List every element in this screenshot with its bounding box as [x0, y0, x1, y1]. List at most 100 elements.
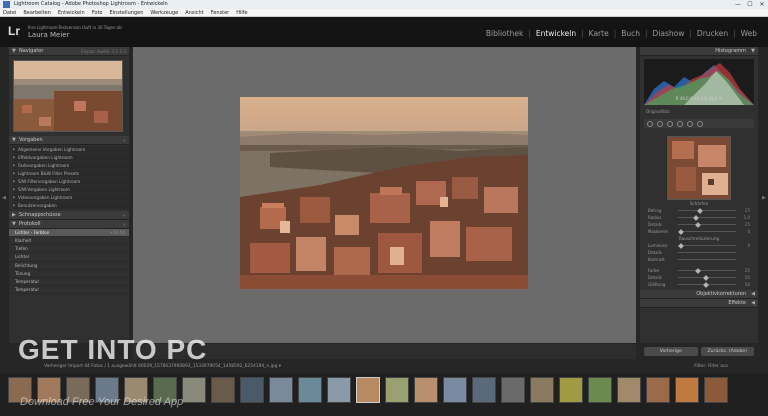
preset-folder[interactable]: Farbvorgaben Lightroom [12, 161, 129, 170]
module-entwickeln[interactable]: Entwickeln [531, 29, 581, 38]
add-preset-icon[interactable]: + [123, 136, 126, 145]
slider-track[interactable] [678, 259, 736, 260]
film-thumbnail[interactable] [472, 377, 496, 403]
slider-track[interactable] [678, 245, 736, 246]
minimize-button[interactable]: — [732, 0, 744, 9]
menu-fenster[interactable]: Fenster [211, 9, 230, 16]
film-thumbnail[interactable] [646, 377, 670, 403]
module-drucken[interactable]: Drucken [692, 29, 733, 38]
history-step[interactable]: Temperatur [9, 286, 129, 295]
history-step[interactable]: Tiefen [9, 245, 129, 254]
slider-row[interactable]: Glättung 50 [646, 281, 752, 288]
slider-track[interactable] [678, 210, 736, 211]
slider-knob[interactable] [697, 207, 703, 214]
presets-header[interactable]: ▼ Vorgaben + [9, 136, 129, 145]
film-thumbnail[interactable] [327, 377, 351, 403]
slider-value[interactable]: 1,0 [744, 214, 750, 221]
slider-row[interactable]: Luminanz 0 [646, 242, 752, 249]
menu-entwickeln[interactable]: Entwickeln [58, 9, 85, 16]
slider-track[interactable] [678, 252, 736, 253]
film-thumbnail-selected[interactable] [356, 377, 380, 403]
slider-knob[interactable] [695, 267, 701, 274]
left-panel-toggle-icon[interactable]: ◀ [2, 195, 6, 201]
slider-value[interactable]: 0 [747, 242, 750, 249]
menu-foto[interactable]: Foto [92, 9, 103, 16]
film-thumbnail[interactable] [298, 377, 322, 403]
slider-value[interactable]: 25 [745, 221, 750, 228]
menu-ansicht[interactable]: Ansicht [185, 9, 203, 16]
slider-knob[interactable] [693, 214, 699, 221]
film-thumbnail[interactable] [704, 377, 728, 403]
film-thumbnail[interactable] [559, 377, 583, 403]
navigator-zoom-options[interactable]: Einpas. Ausfül. 1:1 1:3 [81, 47, 126, 56]
module-web[interactable]: Web [736, 29, 762, 38]
module-buch[interactable]: Buch [616, 29, 645, 38]
slider-row[interactable]: Kontrast [646, 256, 752, 263]
slider-value[interactable]: 25 [745, 207, 750, 214]
film-thumbnail[interactable] [182, 377, 206, 403]
close-button[interactable]: ✕ [756, 0, 768, 9]
add-snapshot-icon[interactable]: + [123, 211, 126, 220]
slider-row[interactable]: Farbe 25 [646, 267, 752, 274]
history-step[interactable]: Belichtung [9, 262, 129, 270]
film-thumbnail[interactable] [443, 377, 467, 403]
detail-preview[interactable] [667, 136, 731, 200]
preset-folder[interactable]: Videovorgaben Lightroom [12, 193, 129, 202]
slider-row[interactable]: Details 25 [646, 221, 752, 228]
slider-value[interactable]: 25 [745, 267, 750, 274]
maximize-button[interactable]: ☐ [744, 0, 756, 9]
lens-corrections-header[interactable]: Objektivkorrekturen ◀ [640, 290, 758, 299]
slider-knob[interactable] [678, 228, 684, 235]
menu-werkzeuge[interactable]: Werkzeuge [150, 9, 178, 16]
module-diashow[interactable]: Diashow [648, 29, 690, 38]
film-thumbnail[interactable] [211, 377, 235, 403]
filter-select[interactable]: Filter aus [708, 364, 728, 369]
history-step[interactable]: Temperatur [9, 278, 129, 287]
filter-control[interactable]: Filter: Filter aus [694, 360, 728, 373]
film-thumbnail[interactable] [501, 377, 525, 403]
history-step[interactable]: Lichter - Farbton +50 50 [9, 228, 129, 238]
snapshots-header[interactable]: ▶ Schnappschüsse + [9, 210, 129, 220]
film-thumbnail[interactable] [675, 377, 699, 403]
history-header[interactable]: ▼ Protokoll × [9, 219, 129, 229]
slider-track[interactable] [678, 224, 736, 225]
slider-row[interactable]: Maskieren 0 [646, 228, 752, 235]
crop-tool-icon[interactable] [647, 120, 653, 127]
original-photo-checkbox[interactable]: Originalfoto [640, 108, 758, 115]
module-bibliothek[interactable]: Bibliothek [481, 29, 528, 38]
slider-knob[interactable] [703, 281, 709, 288]
history-step[interactable]: Klarheit [9, 237, 129, 246]
slider-value[interactable]: 50 [745, 281, 750, 288]
menu-hilfe[interactable]: Hilfe [236, 9, 247, 16]
module-karte[interactable]: Karte [584, 29, 614, 38]
history-step[interactable]: Lichter [9, 253, 129, 262]
film-thumbnail[interactable] [617, 377, 641, 403]
develop-canvas[interactable] [133, 47, 636, 343]
slider-track[interactable] [678, 270, 736, 271]
slider-row[interactable]: Radius 1,0 [646, 214, 752, 221]
adjustment-brush-icon[interactable] [697, 120, 703, 127]
preset-folder[interactable]: Benutzervorgaben [12, 201, 129, 210]
menu-datei[interactable]: Datei [3, 9, 16, 16]
menu-bearbeiten[interactable]: Bearbeiten [23, 9, 50, 16]
slider-knob[interactable] [695, 221, 701, 228]
film-thumbnail[interactable] [385, 377, 409, 403]
film-thumbnail[interactable] [588, 377, 612, 403]
preset-folder[interactable]: Effektvorgaben Lightroom [12, 153, 129, 162]
reset-button[interactable]: Zurücks. (Adobe) [700, 347, 754, 356]
clear-history-icon[interactable]: × [123, 220, 126, 229]
preset-folder[interactable]: S/W-Filtervorgaben Lightroom [12, 177, 129, 186]
red-eye-icon[interactable] [667, 120, 673, 127]
slider-knob[interactable] [703, 274, 709, 281]
history-step[interactable]: Tönung [9, 270, 129, 278]
slider-row[interactable]: Details 50 [646, 274, 752, 281]
histogram-header[interactable]: Histogramm ▼ [640, 47, 758, 56]
slider-row[interactable]: Betrag 25 [646, 207, 752, 214]
right-panel-toggle-icon[interactable]: ▶ [762, 195, 766, 201]
navigator-header[interactable]: ▼ Navigator Einpas. Ausfül. 1:1 1:3 [9, 47, 129, 56]
slider-value[interactable]: 50 [745, 274, 750, 281]
slider-track[interactable] [678, 217, 736, 218]
spot-removal-icon[interactable] [657, 120, 663, 127]
film-thumbnail[interactable] [240, 377, 264, 403]
effects-header[interactable]: Effekte ◀ [640, 299, 758, 308]
